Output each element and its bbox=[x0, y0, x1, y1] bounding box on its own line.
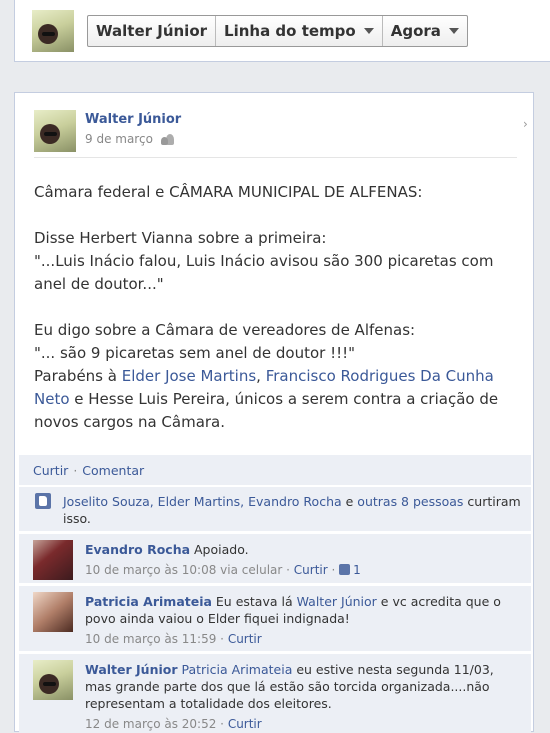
profile-avatar[interactable] bbox=[32, 10, 74, 52]
thumbs-up-icon bbox=[339, 564, 351, 575]
comment-text-line: Patricia Arimateia Eu estava lá Walter J… bbox=[85, 593, 515, 627]
post-line: Eu digo sobre a Câmara de vereadores de … bbox=[34, 321, 416, 339]
commenter-name[interactable]: Walter Júnior bbox=[85, 662, 178, 677]
now-dropdown[interactable]: Agora bbox=[383, 16, 467, 46]
post-line: Câmara federal e CÂMARA MUNICIPAL DE ALF… bbox=[34, 183, 423, 201]
likes-summary: Joselito Souza, Elder Martins, Evandro R… bbox=[19, 487, 531, 531]
chevron-right-icon[interactable]: › bbox=[523, 117, 531, 131]
post-line: Parabéns à Elder Jose Martins, Francisco… bbox=[34, 365, 529, 434]
post-actions: Curtir · Comentar bbox=[19, 455, 531, 485]
mentioned-person-link[interactable]: Walter Júnior bbox=[297, 594, 377, 609]
profile-button-label: Walter Júnior bbox=[96, 22, 208, 40]
post-author-avatar[interactable] bbox=[34, 110, 76, 152]
now-dropdown-label: Agora bbox=[390, 22, 441, 40]
post-text-segment: e Hesse Luis Pereira, únicos a serem con… bbox=[34, 390, 499, 431]
post-author-name[interactable]: Walter Júnior bbox=[85, 112, 181, 127]
comment-timestamp: 10 de março às 10:08 via celular · bbox=[85, 563, 294, 577]
comment-like-link[interactable]: Curtir bbox=[228, 717, 262, 731]
chevron-down-icon bbox=[448, 28, 459, 34]
post-line: "... são 9 picaretas sem anel de doutor … bbox=[34, 344, 356, 362]
comment-meta: 10 de março às 11:59 · Curtir bbox=[85, 631, 515, 648]
comment-body: Patricia Arimateia Eu estava lá Walter J… bbox=[85, 593, 515, 648]
comment-text-line: Walter Júnior Patricia Arimateia eu esti… bbox=[85, 661, 515, 712]
comment-text-line: Evandro Rocha Apoiado. bbox=[85, 541, 515, 558]
post-line: Disse Herbert Vianna sobre a primeira: bbox=[34, 229, 327, 247]
like-link[interactable]: Curtir bbox=[33, 463, 68, 478]
post-text-segment: Parabéns à bbox=[34, 367, 122, 385]
tagged-person-link[interactable]: Elder Jose Martins bbox=[122, 367, 256, 385]
avatar-face-shape bbox=[40, 124, 60, 144]
comment-item: Walter Júnior Patricia Arimateia eu esti… bbox=[19, 653, 531, 733]
timeline-dropdown-label: Linha do tempo bbox=[224, 22, 356, 40]
commenter-avatar[interactable] bbox=[33, 540, 73, 580]
post-text: Câmara federal e CÂMARA MUNICIPAL DE ALF… bbox=[34, 181, 529, 434]
friends-audience-icon[interactable] bbox=[160, 133, 174, 145]
comment-timestamp: 12 de março às 20:52 · bbox=[85, 717, 228, 731]
comment-meta: 12 de março às 20:52 · Curtir bbox=[85, 716, 515, 733]
timeline-dropdown[interactable]: Linha do tempo bbox=[216, 16, 383, 46]
thumbs-up-icon bbox=[35, 493, 51, 509]
comment-like-count[interactable]: 1 bbox=[353, 563, 361, 577]
comment-item: Patricia Arimateia Eu estava lá Walter J… bbox=[19, 585, 531, 651]
likers-names[interactable]: Joselito Souza, Elder Martins, Evandro R… bbox=[63, 494, 342, 509]
other-likers-link[interactable]: outras 8 pessoas bbox=[357, 494, 463, 509]
likes-text: e bbox=[341, 494, 358, 509]
comment-meta: 10 de março às 10:08 via celular · Curti… bbox=[85, 562, 515, 579]
post-meta: 9 de março bbox=[85, 132, 174, 146]
comment-item: Evandro Rocha Apoiado. 10 de março às 10… bbox=[19, 533, 531, 583]
separator: · bbox=[327, 563, 340, 577]
comment-text: Eu estava lá bbox=[211, 594, 297, 609]
comment-body: Walter Júnior Patricia Arimateia eu esti… bbox=[85, 661, 515, 733]
commenter-name[interactable]: Evandro Rocha bbox=[85, 542, 190, 557]
commenter-name[interactable]: Patricia Arimateia bbox=[85, 594, 212, 609]
comment-like-link[interactable]: Curtir bbox=[294, 563, 328, 577]
post-line: "...Luis Inácio falou, Luis Inácio aviso… bbox=[34, 252, 494, 293]
avatar-face-shape bbox=[39, 674, 59, 694]
commenter-avatar[interactable] bbox=[33, 592, 73, 632]
separator: · bbox=[73, 462, 78, 478]
comment-text: Apoiado. bbox=[190, 542, 249, 557]
commenter-avatar[interactable] bbox=[33, 660, 73, 700]
post-text-segment: , bbox=[256, 367, 266, 385]
profile-button[interactable]: Walter Júnior bbox=[88, 16, 217, 46]
comment-body: Evandro Rocha Apoiado. 10 de março às 10… bbox=[85, 541, 515, 579]
mentioned-person-link[interactable]: Patricia Arimateia bbox=[178, 662, 293, 677]
comment-timestamp: 10 de março às 11:59 · bbox=[85, 632, 228, 646]
comment-link[interactable]: Comentar bbox=[82, 463, 144, 478]
comment-like-link[interactable]: Curtir bbox=[228, 632, 262, 646]
divider bbox=[34, 157, 517, 158]
avatar-face-shape bbox=[38, 24, 58, 44]
timeline-button-group: Walter Júnior Linha do tempo Agora bbox=[87, 15, 468, 47]
post-date[interactable]: 9 de março bbox=[85, 132, 153, 146]
post-card: Walter Júnior 9 de março › Câmara federa… bbox=[14, 92, 534, 733]
chevron-down-icon bbox=[363, 28, 374, 34]
